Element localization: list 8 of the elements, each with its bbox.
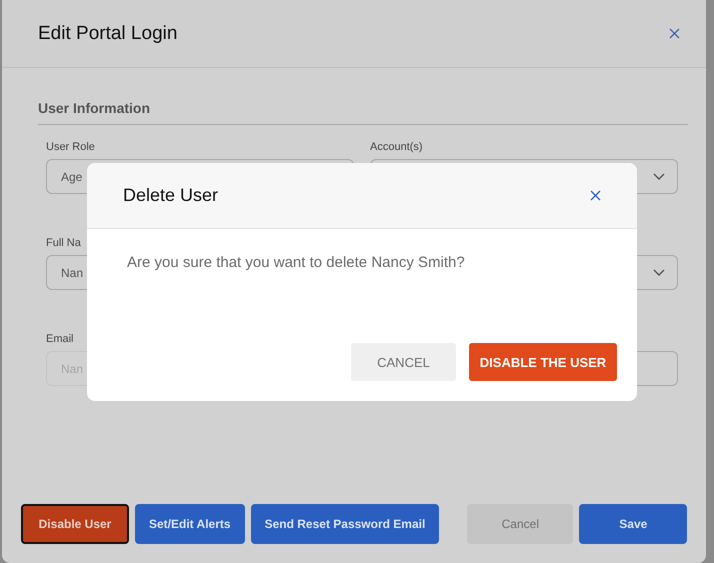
section-heading: User Information	[38, 100, 688, 125]
field-label: Email	[46, 333, 75, 347]
dialog-title: Edit Portal Login	[38, 22, 178, 44]
modal-title: Delete User	[123, 185, 218, 206]
field-label: Full Na	[46, 237, 82, 251]
confirm-message: Are you sure that you want to delete Nancy Smith?	[127, 254, 465, 271]
field-label: User Role	[46, 141, 96, 155]
field-label: Account(s)	[370, 141, 424, 155]
